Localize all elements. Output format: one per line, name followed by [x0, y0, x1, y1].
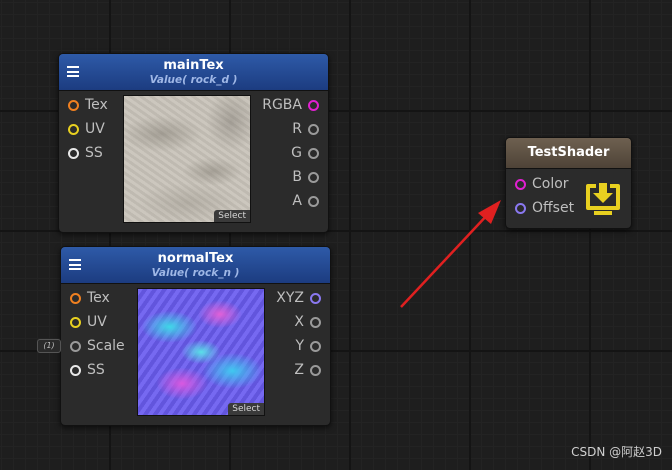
annotation-arrow [400, 200, 501, 308]
watermark: CSDN @阿赵3D [571, 445, 662, 459]
